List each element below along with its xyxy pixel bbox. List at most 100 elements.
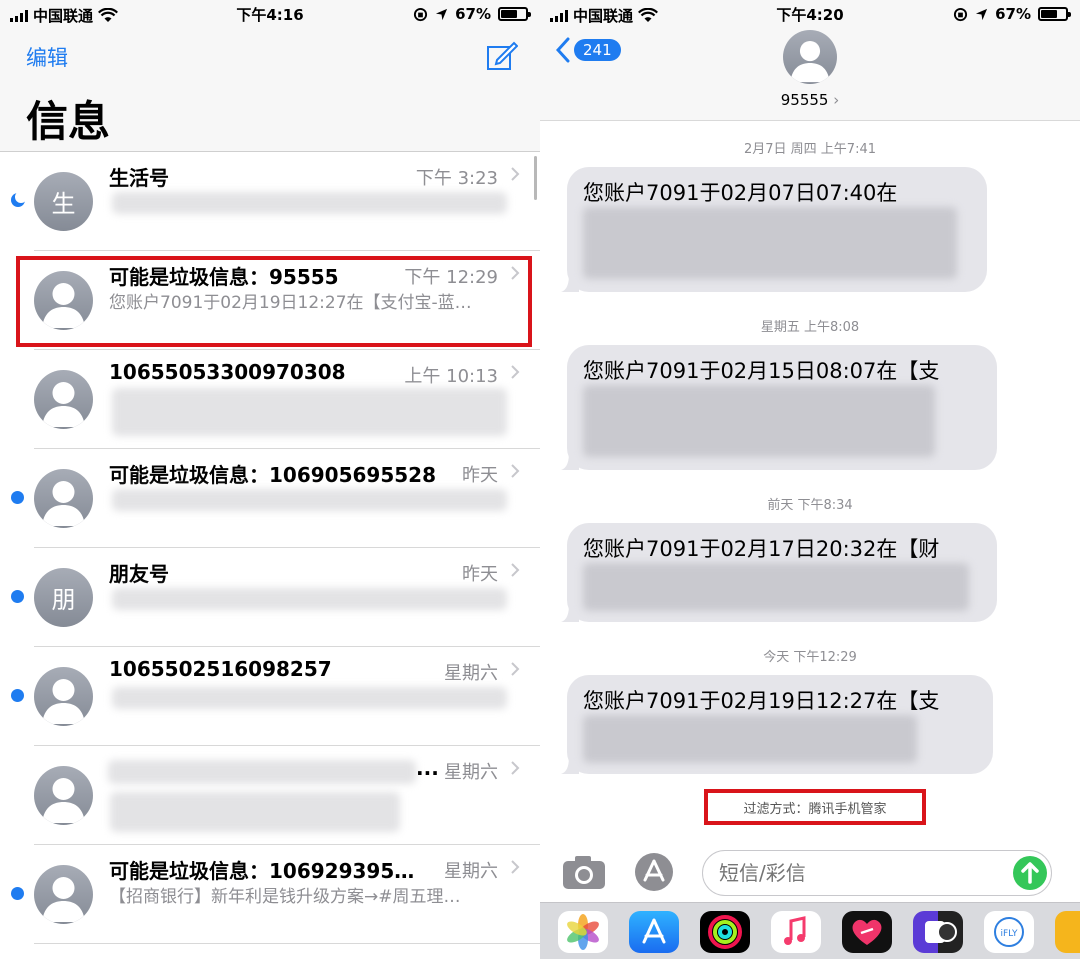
chevron-right-icon (511, 761, 520, 775)
conversation-name: ... (416, 756, 439, 780)
contact-name-button[interactable]: 95555 › (540, 91, 1080, 109)
conversation-row[interactable]: 可能是垃圾信息：106905695528 昨天 (0, 449, 540, 548)
compose-icon[interactable] (486, 40, 518, 72)
avatar (34, 370, 93, 429)
conversation-time: 昨天 (462, 465, 498, 486)
list-header: 中国联通 下午4:16 67% 编辑 信息 (0, 0, 540, 152)
message-list-screen: 中国联通 下午4:16 67% 编辑 信息 生 生活号 下午 3:23 可能是垃… (0, 0, 540, 959)
activity-icon[interactable] (700, 911, 750, 953)
message-bubble[interactable]: 您账户7091于02月17日20:32在【财 (561, 523, 997, 622)
battery-percent: 67% (455, 5, 491, 23)
unread-dot (11, 491, 24, 504)
blurred-preview (112, 687, 507, 709)
message-bubble[interactable]: 您账户7091于02月07日07:40在 (561, 167, 987, 292)
send-button[interactable] (1013, 856, 1047, 890)
person-silhouette-icon (42, 778, 85, 823)
blurred-message (583, 563, 969, 611)
filter-note: 过滤方式：腾讯手机管家 (704, 789, 926, 825)
person-silhouette-icon (42, 382, 85, 427)
unread-dot (11, 689, 24, 702)
status-bar: 中国联通 下午4:20 67% (540, 0, 1080, 28)
avatar-letter: 生 (51, 190, 76, 218)
conversation-time: 下午 3:23 (415, 168, 498, 189)
conversation-row[interactable]: 生 生活号 下午 3:23 (0, 152, 540, 251)
battery-icon (498, 7, 531, 21)
location-icon (436, 8, 448, 20)
chevron-right-icon: › (833, 91, 840, 109)
unread-dot (11, 887, 24, 900)
message-text: 您账户7091于02月19日12:27在【支 (583, 689, 940, 713)
avatar: 朋 (34, 568, 93, 627)
blurred-preview (112, 388, 507, 436)
conversation-time: 星期六 (444, 762, 498, 783)
person-silhouette-icon (42, 481, 85, 526)
bubble-tail (561, 274, 579, 292)
scrollbar[interactable] (534, 156, 537, 200)
battery-percent: 67% (995, 5, 1031, 23)
avatar (34, 469, 93, 528)
blurred-message (583, 207, 957, 279)
blurred-message (583, 385, 935, 457)
conversation-row[interactable]: 可能是垃圾信息：106929395… 星期六 【招商银行】新年利是钱升级方案→#… (0, 845, 540, 944)
message-text: 您账户7091于02月07日07:40在 (583, 181, 898, 205)
message-timestamp: 2月7日 周四 上午7:41 (744, 142, 876, 157)
conversation-time: 上午 10:13 (404, 366, 498, 387)
moon-icon (11, 192, 26, 207)
orientation-lock-icon (414, 7, 428, 21)
blurred-preview (112, 192, 507, 214)
conversation-time: 昨天 (462, 564, 498, 585)
message-bubble[interactable]: 您账户7091于02月19日12:27在【支 (561, 675, 993, 774)
split-app-icon[interactable] (913, 911, 963, 953)
blurred-preview (112, 489, 507, 511)
avatar (34, 865, 93, 924)
conversation-name: 可能是垃圾信息：106905695528 (109, 463, 436, 487)
camera-icon[interactable] (562, 854, 606, 890)
conversation-name: 可能是垃圾信息：106929395… (109, 859, 415, 883)
app-drawer: iFLY (540, 902, 1080, 959)
chevron-right-icon (511, 365, 520, 379)
avatar (34, 766, 93, 825)
conversation-row[interactable]: 1065502516098257 星期六 (0, 647, 540, 746)
person-silhouette-icon (790, 40, 830, 83)
conversation-name: 10655053300970308 (109, 360, 346, 384)
blurred-preview (110, 792, 400, 832)
message-text: 您账户7091于02月15日08:07在【支 (583, 359, 940, 383)
chevron-left-icon (556, 37, 570, 63)
conversation-preview: 【招商银行】新年利是钱升级方案→#周五理… (109, 887, 461, 907)
app-store-icon[interactable] (632, 852, 676, 892)
bubble-tail (561, 604, 579, 622)
bubble-tail (561, 756, 579, 774)
conversation-row[interactable]: ... 星期六 (0, 746, 540, 845)
contact-name: 95555 (780, 91, 829, 109)
arrow-up-icon (1021, 862, 1039, 884)
message-text: 您账户7091于02月17日20:32在【财 (583, 537, 940, 561)
person-silhouette-icon (42, 679, 85, 724)
svg-text:iFLY: iFLY (1001, 929, 1018, 939)
music-icon[interactable] (771, 911, 821, 953)
app-store-icon[interactable] (629, 911, 679, 953)
input-bar (540, 844, 1080, 900)
partial-app-icon[interactable] (1055, 911, 1080, 953)
blurred-name (108, 760, 416, 784)
unread-count-badge: 241 (574, 39, 621, 61)
edit-button[interactable]: 编辑 (26, 42, 68, 72)
photos-icon[interactable] (558, 911, 608, 953)
back-button[interactable]: 241 (556, 37, 621, 63)
chevron-right-icon (511, 860, 520, 874)
conversation-row[interactable]: 朋 朋友号 昨天 (0, 548, 540, 647)
ifly-icon[interactable]: iFLY (984, 911, 1034, 953)
message-bubble[interactable]: 您账户7091于02月15日08:07在【支 (561, 345, 997, 470)
message-timestamp: 前天 下午8:34 (767, 498, 853, 513)
highlight-box (16, 256, 532, 347)
contact-avatar[interactable] (783, 30, 837, 84)
chevron-right-icon (511, 662, 520, 676)
heart-app-icon[interactable] (842, 911, 892, 953)
conversation-row[interactable]: 10655053300970308 上午 10:13 (0, 350, 540, 449)
orientation-lock-icon (954, 7, 968, 21)
message-input[interactable] (702, 850, 1052, 896)
conversation-name: 1065502516098257 (109, 657, 332, 681)
page-title: 信息 (26, 97, 111, 146)
battery-icon (1038, 7, 1071, 21)
unread-dot (11, 590, 24, 603)
conversation-name: 生活号 (109, 166, 169, 190)
